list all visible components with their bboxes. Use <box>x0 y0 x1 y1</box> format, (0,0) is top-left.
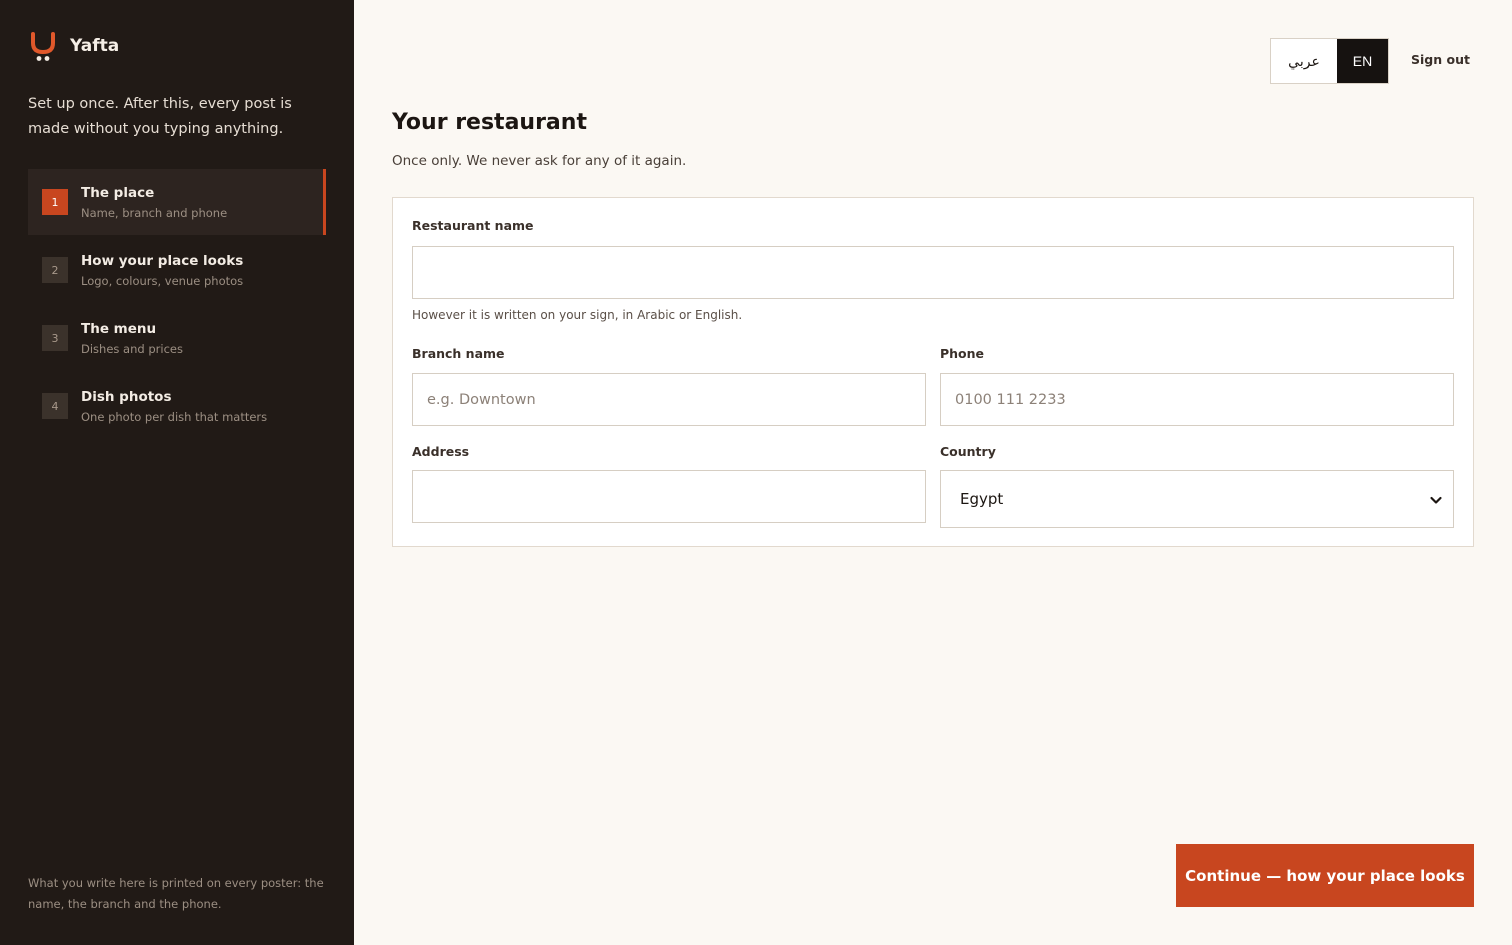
restaurant-form: Restaurant name However it is written on… <box>392 197 1474 547</box>
language-switcher: عربي EN <box>1270 38 1389 84</box>
page-subtitle: Once only. We never ask for any of it ag… <box>392 153 687 169</box>
sidebar-note: What you write here is printed on every … <box>28 876 324 911</box>
branch-name-input[interactable] <box>412 373 926 426</box>
setup-steps: 1 The place Name, branch and phone 2 How… <box>28 169 326 441</box>
step-dish-photos[interactable]: 4 Dish photos One photo per dish that ma… <box>28 373 326 439</box>
restaurant-name-label: Restaurant name <box>412 218 534 233</box>
language-arabic-button[interactable]: عربي <box>1271 39 1337 83</box>
branch-name-label: Branch name <box>412 346 505 361</box>
step-subtitle: Dishes and prices <box>81 341 183 356</box>
step-title: How your place looks <box>81 252 244 269</box>
step-subtitle: Name, branch and phone <box>81 205 228 220</box>
page-title: Your restaurant <box>392 110 587 135</box>
step-subtitle: Logo, colours, venue photos <box>81 273 244 288</box>
step-title: Dish photos <box>81 388 172 405</box>
continue-button[interactable]: Continue — how your place looks <box>1176 844 1474 907</box>
step-number: 2 <box>42 257 68 283</box>
address-label: Address <box>412 444 470 459</box>
country-selected-value: Egypt <box>960 490 1004 508</box>
address-input[interactable] <box>412 470 926 523</box>
sidebar: Yafta Set up once. After this, every pos… <box>0 0 354 945</box>
brand: Yafta <box>30 30 119 62</box>
step-the-place[interactable]: 1 The place Name, branch and phone <box>28 169 326 235</box>
step-number: 4 <box>42 393 68 419</box>
sign-out-link[interactable]: Sign out <box>1411 52 1470 67</box>
country-label: Country <box>940 444 996 459</box>
step-how-your-place-looks[interactable]: 2 How your place looks Logo, colours, ve… <box>28 237 326 303</box>
brand-name: Yafta <box>70 36 120 56</box>
phone-label: Phone <box>940 346 985 361</box>
step-the-menu[interactable]: 3 The menu Dishes and prices <box>28 305 326 371</box>
restaurant-name-input[interactable] <box>412 246 1454 299</box>
sidebar-tagline: Set up once. After this, every post is m… <box>28 96 292 137</box>
phone-input[interactable] <box>940 373 1454 426</box>
step-number: 1 <box>42 189 68 215</box>
restaurant-name-hint: However it is written on your sign, in A… <box>412 308 743 322</box>
country-select[interactable]: Egypt <box>940 470 1454 528</box>
language-english-button[interactable]: EN <box>1337 39 1388 83</box>
step-number: 3 <box>42 325 68 351</box>
chevron-down-icon <box>1429 493 1443 507</box>
step-subtitle: One photo per dish that matters <box>81 409 268 424</box>
step-title: The place <box>81 184 155 201</box>
step-title: The menu <box>81 320 157 337</box>
yafta-logo-icon <box>30 30 56 62</box>
